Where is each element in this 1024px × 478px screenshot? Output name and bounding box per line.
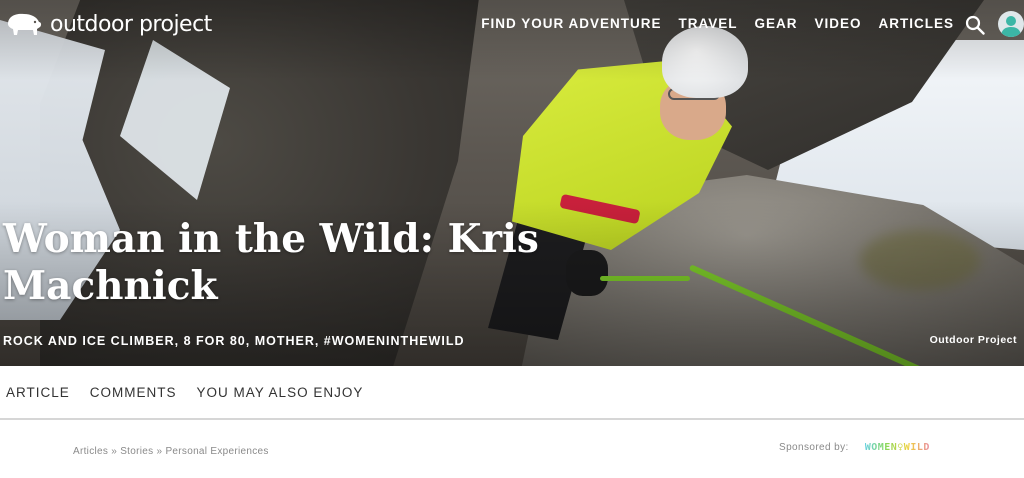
page-title: Woman in the Wild: Kris Machnick <box>3 216 539 309</box>
site-logo[interactable]: outdoor project <box>4 10 212 38</box>
nav-travel[interactable]: TRAVEL <box>678 16 737 31</box>
user-avatar-icon <box>1001 16 1021 37</box>
nav-articles[interactable]: ARTICLES <box>879 16 955 31</box>
nav-find-your-adventure[interactable]: FIND YOUR ADVENTURE <box>481 16 661 31</box>
hero-banner: outdoor project FIND YOUR ADVENTURE TRAV… <box>0 0 1024 366</box>
sponsor-block: Sponsored by: WOMEN♀WILD <box>779 442 930 453</box>
sponsor-logo[interactable]: WOMEN♀WILD <box>865 442 930 453</box>
sponsor-label: Sponsored by: <box>779 442 849 453</box>
tab-you-may-also-enjoy[interactable]: YOU MAY ALSO ENJOY <box>197 385 364 400</box>
tab-comments[interactable]: COMMENTS <box>90 385 177 400</box>
tab-article[interactable]: ARTICLE <box>6 385 70 400</box>
hero-overlay <box>0 0 1024 366</box>
nav-video[interactable]: VIDEO <box>814 16 861 31</box>
brand-name: outdoor project <box>50 11 212 37</box>
nav-links: FIND YOUR ADVENTURE TRAVEL GEAR VIDEO AR… <box>481 16 954 31</box>
top-navigation: outdoor project FIND YOUR ADVENTURE TRAV… <box>0 0 1024 50</box>
bison-icon <box>8 13 42 35</box>
search-icon[interactable] <box>965 15 985 35</box>
nav-gear[interactable]: GEAR <box>754 16 797 31</box>
photo-credit: Outdoor Project <box>929 334 1017 346</box>
user-icon[interactable] <box>998 11 1024 37</box>
article-tabs: ARTICLE COMMENTS YOU MAY ALSO ENJOY <box>0 366 1024 420</box>
breadcrumb[interactable]: Articles » Stories » Personal Experience… <box>73 446 269 457</box>
page-subtitle: ROCK AND ICE CLIMBER, 8 FOR 80, MOTHER, … <box>3 334 465 348</box>
